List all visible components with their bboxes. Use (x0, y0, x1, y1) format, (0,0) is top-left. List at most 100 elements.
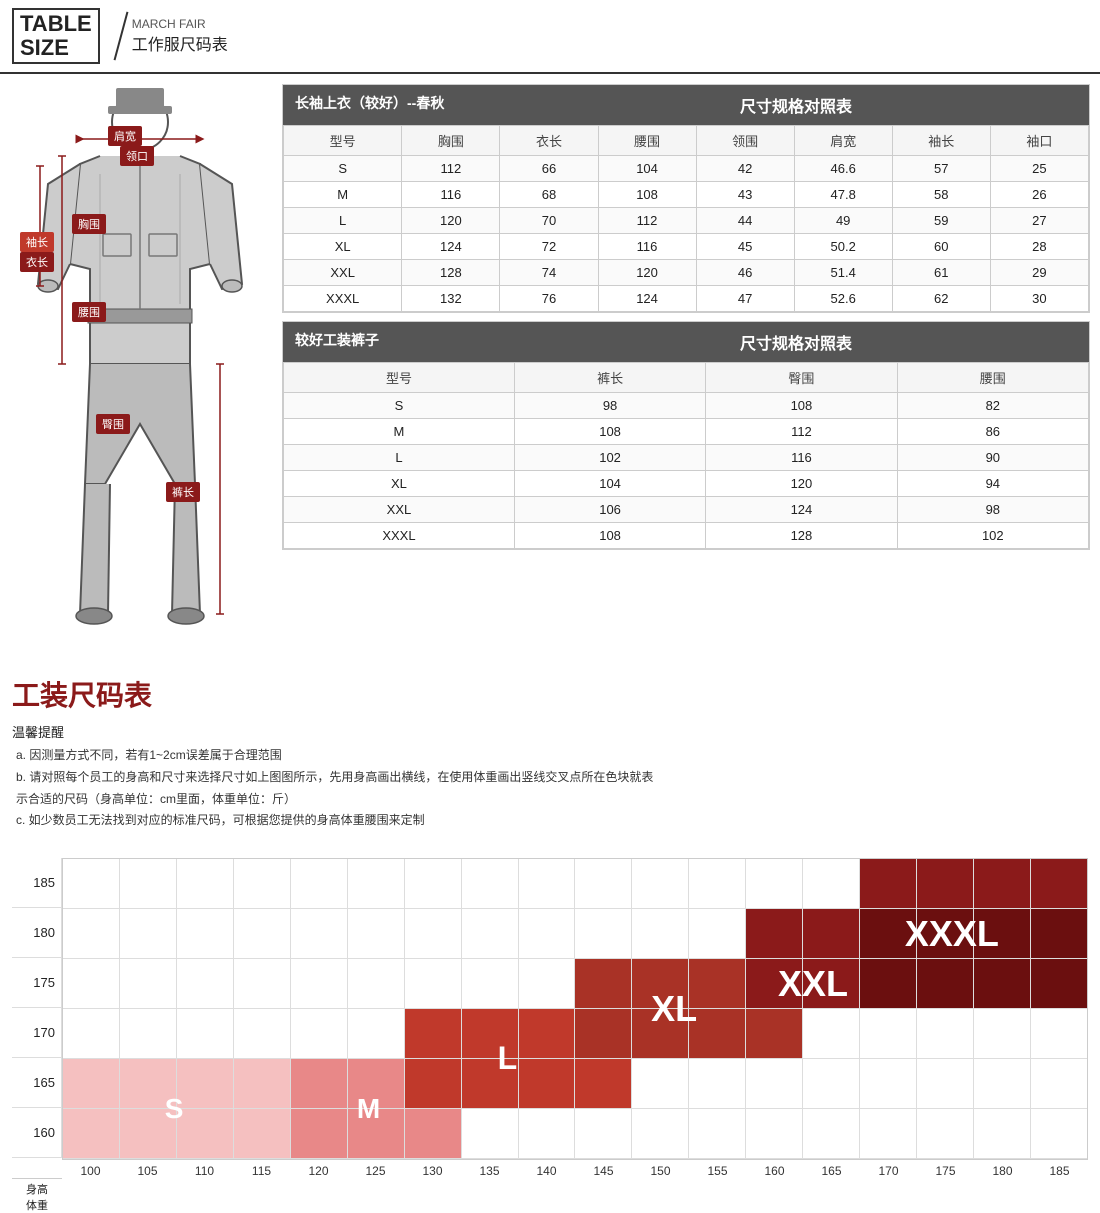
table-cell: 116 (402, 182, 500, 208)
grid-cell (63, 909, 120, 958)
size-label: SIZE (20, 36, 92, 60)
y-axis-column: 185180175170165160 (12, 858, 62, 1158)
table-row: L10211690 (284, 445, 1089, 471)
table-cell: XXXL (284, 286, 402, 312)
collar-label: 领口 (120, 146, 154, 166)
grid-cell (348, 959, 405, 1008)
x-axis-label: 110 (176, 1164, 233, 1178)
grid-cell (462, 1109, 519, 1158)
weight-label: 体重 (12, 1197, 62, 1213)
grid-cell (63, 859, 120, 908)
col-hip: 臀围 (706, 363, 897, 393)
grid-cell (120, 909, 177, 958)
table-cell: 68 (500, 182, 598, 208)
grid-cell (917, 909, 974, 958)
grid-cell (803, 1109, 860, 1158)
table-cell: 27 (990, 208, 1088, 234)
grid-row-inner (63, 859, 1087, 909)
grid-cell (291, 909, 348, 958)
grid-cell (348, 1059, 405, 1108)
lower-table-title: 较好工装裤子 (283, 322, 503, 362)
grid-cell (405, 859, 462, 908)
grid-cell (177, 859, 234, 908)
x-axis-label: 185 (1031, 1164, 1088, 1178)
grid-cell (803, 859, 860, 908)
table-cell: 51.4 (794, 260, 892, 286)
x-axis-label: 180 (974, 1164, 1031, 1178)
grid-cell (746, 1009, 803, 1058)
col-cuff: 袖口 (990, 126, 1088, 156)
grid-cell (405, 1009, 462, 1058)
header-divider (113, 12, 128, 61)
col-shoulder: 肩宽 (794, 126, 892, 156)
grid-cell (575, 859, 632, 908)
grid-cell (974, 1059, 1031, 1108)
grid-row-inner (63, 1009, 1087, 1059)
main-content: 肩宽 领口 胸围 衣长 袖长 腰围 臀围 裤长 长袖上衣（较好）--春秋 尺寸规… (0, 84, 1100, 664)
table-cell: 62 (892, 286, 990, 312)
table-cell: 59 (892, 208, 990, 234)
table-cell: 104 (514, 471, 705, 497)
col-type-lower: 型号 (284, 363, 515, 393)
grid-cell (462, 1009, 519, 1058)
table-cell: S (284, 156, 402, 182)
grid-cell (1031, 1059, 1087, 1108)
grid-cell (234, 859, 291, 908)
x-axis-label: 160 (746, 1164, 803, 1178)
col-sleeve: 袖长 (892, 126, 990, 156)
col-pants-length: 裤长 (514, 363, 705, 393)
reminder-list: a. 因测量方式不同，若有1~2cm误差属于合理范围 b. 请对照每个员工的身高… (12, 745, 1088, 831)
table-cell: XL (284, 234, 402, 260)
grid-cell (519, 1009, 576, 1058)
table-cell: 124 (598, 286, 696, 312)
x-axis-label: 170 (860, 1164, 917, 1178)
grid-cell (177, 1109, 234, 1158)
table-cell: 112 (598, 208, 696, 234)
x-axis-label: 145 (575, 1164, 632, 1178)
grid-cell (63, 1109, 120, 1158)
reminder-item-c: c. 如少数员工无法找到对应的标准尺码，可根据您提供的身高体重腰围来定制 (16, 810, 1088, 832)
lower-table-header: 较好工装裤子 尺寸规格对照表 (283, 322, 1089, 362)
table-cell: L (284, 208, 402, 234)
table-cell: 46 (696, 260, 794, 286)
grid-cell (860, 1109, 917, 1158)
x-axis-label: 105 (119, 1164, 176, 1178)
table-cell: 108 (514, 523, 705, 549)
table-cell: 128 (402, 260, 500, 286)
grid-cell (575, 959, 632, 1008)
grid-cell (120, 959, 177, 1008)
grid-cell (234, 909, 291, 958)
grid-cell (348, 909, 405, 958)
grid-cell (519, 859, 576, 908)
table-cell: XXL (284, 497, 515, 523)
table-cell: 120 (706, 471, 897, 497)
grid-cell (1031, 1109, 1087, 1158)
table-cell: 43 (696, 182, 794, 208)
grid-cell (974, 959, 1031, 1008)
hip-label: 臀围 (96, 414, 130, 434)
grid-row-inner (63, 1059, 1087, 1109)
table-row: XXL128741204651.46129 (284, 260, 1089, 286)
col-length: 衣长 (500, 126, 598, 156)
grid-cell (575, 1009, 632, 1058)
table-cell: 45 (696, 234, 794, 260)
y-axis-label: 身高 体重 (12, 1178, 62, 1213)
table-cell: 90 (897, 445, 1088, 471)
figure-wrapper: 肩宽 领口 胸围 衣长 袖长 腰围 臀围 裤长 (20, 84, 260, 664)
table-cell: L (284, 445, 515, 471)
lower-table: 型号 裤长 臀围 腰围 S9810882M10811286L10211690XL… (283, 362, 1089, 549)
y-label: 165 (12, 1058, 62, 1108)
grid-cell (177, 1009, 234, 1058)
table-cell: 66 (500, 156, 598, 182)
grid-cell (803, 1059, 860, 1108)
figure-svg (20, 84, 260, 664)
table-cell: S (284, 393, 515, 419)
table-cell: XXXL (284, 523, 515, 549)
grid-cell (291, 859, 348, 908)
grid-cell (291, 1109, 348, 1158)
y-label: 175 (12, 958, 62, 1008)
reminder-item-a: a. 因测量方式不同，若有1~2cm误差属于合理范围 (16, 745, 1088, 767)
table-cell: 50.2 (794, 234, 892, 260)
table-row: L1207011244495927 (284, 208, 1089, 234)
grid-cell (462, 1059, 519, 1108)
